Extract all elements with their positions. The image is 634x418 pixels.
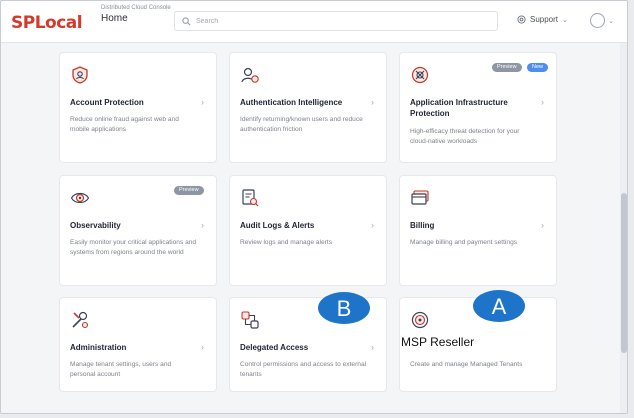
card-title: Delegated Access (240, 343, 309, 352)
scrollbar-thumb[interactable] (621, 193, 627, 353)
chevron-right-icon: › (541, 220, 544, 230)
card-title: Account Protection (70, 98, 144, 107)
authentication-intelligence-icon (241, 67, 259, 83)
billing-icon (411, 190, 429, 205)
card-audit-logs-alerts[interactable]: Audit Logs & Alerts Review logs and mana… (229, 175, 387, 286)
card-observability[interactable]: Preview Observability Easily monitor you… (59, 175, 217, 286)
application-infrastructure-icon (411, 66, 429, 84)
card-description: Control permissions and access to extern… (240, 361, 367, 378)
card-title: Observability (70, 221, 121, 230)
card-authentication-intelligence[interactable]: Authentication Intelligence Identify ret… (229, 52, 387, 163)
console-subtitle: Distributed Cloud Console (101, 5, 171, 11)
card-description: Review logs and manage alerts (240, 239, 332, 246)
support-icon (517, 15, 526, 24)
user-menu[interactable]: ⌄ (590, 13, 614, 28)
card-title: Administration (70, 343, 127, 352)
top-bar: SPLocal Distributed Cloud Console Home S… (1, 1, 627, 43)
card-description: Easily monitor your critical application… (70, 239, 197, 256)
chevron-right-icon: › (201, 220, 204, 230)
card-title: Authentication Intelligence (240, 98, 343, 107)
preview-badge: Preview (492, 63, 522, 72)
card-description: Identify returning/known users and reduc… (240, 116, 363, 133)
card-billing[interactable]: Billing Manage billing and payment setti… (399, 175, 557, 286)
chevron-down-icon: ⌄ (562, 16, 568, 24)
brand-logo[interactable]: SPLocal (11, 13, 83, 33)
console-breadcrumb: Distributed Cloud Console Home (101, 4, 171, 24)
card-title: Audit Logs & Alerts (240, 221, 315, 230)
card-description: Manage tenant settings, users and person… (70, 361, 172, 378)
search-icon (182, 16, 191, 25)
chevron-down-icon: ⌄ (608, 17, 614, 25)
console-title: Home (101, 13, 128, 24)
search-input[interactable] (196, 17, 476, 25)
chevron-right-icon: › (541, 97, 544, 107)
account-protection-icon (72, 66, 88, 84)
msp-reseller-label[interactable]: MSP Reseller (401, 335, 474, 349)
chevron-right-icon: › (201, 342, 204, 352)
card-title: Application Infrastructure Protection (410, 98, 508, 118)
chevron-right-icon: › (371, 97, 374, 107)
vertical-scrollbar[interactable] (620, 43, 627, 413)
msp-reseller-icon (411, 311, 429, 329)
card-description: High-efficacy threat detection for your … (410, 128, 520, 145)
observability-icon (70, 192, 90, 204)
card-application-infrastructure-protection[interactable]: Preview New Application Infrastructure P… (399, 52, 557, 163)
audit-logs-icon (242, 189, 259, 207)
card-description: Manage billing and payment settings (410, 239, 518, 246)
app-window: SPLocal Distributed Cloud Console Home S… (0, 0, 628, 414)
card-title: Billing (410, 221, 435, 230)
preview-badge: Preview (174, 186, 204, 195)
new-badge: New (527, 63, 549, 72)
delegated-access-icon (241, 311, 259, 329)
chevron-right-icon: › (201, 97, 204, 107)
callout-a: A (473, 290, 525, 322)
card-description: Reduce online fraud against web and mobi… (70, 116, 179, 133)
support-label: Support (530, 15, 559, 24)
avatar-icon (590, 13, 605, 28)
card-administration[interactable]: Administration Manage tenant settings, u… (59, 297, 217, 392)
search-box[interactable] (174, 11, 498, 31)
callout-b: B (318, 292, 370, 324)
administration-icon (72, 311, 89, 329)
card-description: Create and manage Managed Tenants (410, 361, 523, 368)
card-account-protection[interactable]: Account Protection Reduce online fraud a… (59, 52, 217, 163)
support-menu[interactable]: Support ⌄ (517, 15, 568, 24)
chevron-right-icon: › (371, 220, 374, 230)
chevron-right-icon: › (371, 342, 374, 352)
